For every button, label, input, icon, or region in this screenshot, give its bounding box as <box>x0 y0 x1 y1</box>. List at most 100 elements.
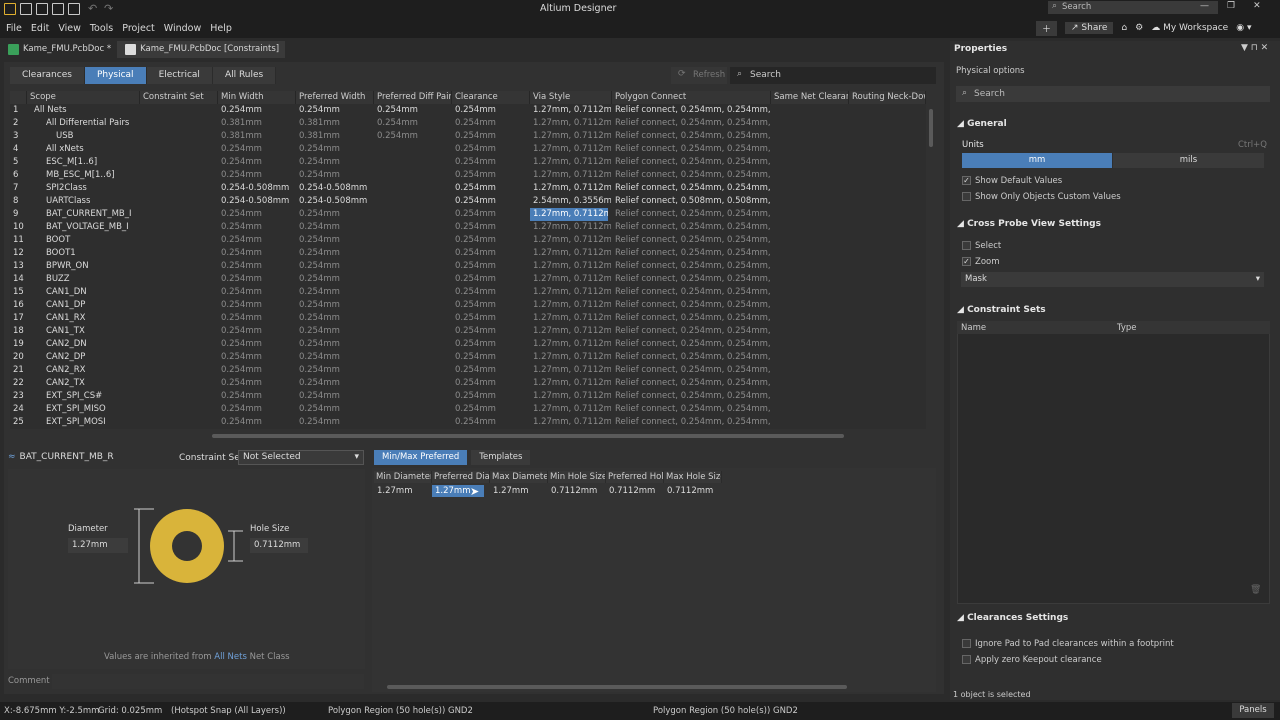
cell-pref[interactable]: 0.381mm <box>299 117 374 130</box>
cell-poly[interactable]: Relief connect, 0.254mm, 0.254mm, 4, 90 <box>615 325 771 338</box>
cell-diff[interactable] <box>377 364 452 377</box>
table-row[interactable]: 12 BOOT1 0.254mm 0.254mm 0.254mm 1.27mm, 0.71… <box>10 247 926 260</box>
cell-diff[interactable] <box>377 156 452 169</box>
cell-poly[interactable]: Relief connect, 0.254mm, 0.254mm, 4, 90 <box>615 182 771 195</box>
cell-scope[interactable]: ESC_M[1..6] <box>46 156 152 169</box>
cell-diff[interactable] <box>377 195 452 208</box>
menu-window[interactable]: Window <box>164 23 201 34</box>
cell-via[interactable]: 1.27mm, 0.7112mm <box>533 169 611 182</box>
cell-pref[interactable]: 0.254mm <box>299 377 374 390</box>
cell-min[interactable]: 0.254mm <box>221 312 296 325</box>
cell-diff[interactable] <box>377 286 452 299</box>
table-row[interactable]: 18 CAN1_TX 0.254mm 0.254mm 0.254mm 1.27mm, 0.… <box>10 325 926 338</box>
cell-min[interactable]: 0.254mm <box>221 156 296 169</box>
app-logo-icon[interactable] <box>4 3 16 15</box>
cell-min[interactable]: 0.381mm <box>221 117 296 130</box>
cell-via[interactable]: 1.27mm, 0.7112mm <box>533 234 611 247</box>
cell-clr[interactable]: 0.254mm <box>455 286 530 299</box>
cell-min[interactable]: 0.254mm <box>221 299 296 312</box>
cell-clr[interactable]: 0.254mm <box>455 403 530 416</box>
cell-poly[interactable]: Relief connect, 0.254mm, 0.254mm, 4, 90 <box>615 403 771 416</box>
cell-clr[interactable]: 0.254mm <box>455 130 530 143</box>
cell-poly[interactable]: Relief connect, 0.254mm, 0.254mm, 4, 90 <box>615 286 771 299</box>
cell-diff[interactable] <box>377 351 452 364</box>
trash-icon[interactable]: 🗑 <box>1250 585 1261 595</box>
column-header-preferred-width[interactable]: Preferred Width <box>296 91 374 104</box>
table-row[interactable]: 5 ESC_M[1..6] 0.254mm 0.254mm 0.254mm 1.27mm,… <box>10 156 926 169</box>
cell-n[interactable]: 7 <box>13 182 27 195</box>
cell-pref[interactable]: 0.254mm <box>299 234 374 247</box>
table-row[interactable]: 10 BAT_VOLTAGE_MB_I 0.254mm 0.254mm 0.254mm 1… <box>10 221 926 234</box>
cell-n[interactable]: 17 <box>13 312 27 325</box>
cell-min[interactable]: 0.254mm <box>221 247 296 260</box>
cell-pref[interactable]: 0.254mm <box>299 221 374 234</box>
via-col-min-diameter[interactable]: Min Diameter <box>374 471 432 483</box>
column-header-polygon-connect[interactable]: Polygon Connect <box>612 91 771 104</box>
cell-clr[interactable]: 0.254mm <box>455 338 530 351</box>
table-row[interactable]: 24 EXT_SPI_MISO 0.254mm 0.254mm 0.254mm 1.27m… <box>10 403 926 416</box>
cell-min[interactable]: 0.254mm <box>221 338 296 351</box>
home-icon[interactable]: ⌂ <box>1121 23 1127 33</box>
cell-scope[interactable]: EXT_SPI_MOSI <box>46 416 152 429</box>
tab-templates[interactable]: Templates <box>471 450 531 465</box>
cell-scope[interactable]: All Nets <box>34 104 140 117</box>
cell-scope[interactable]: USB <box>56 130 162 143</box>
column-header-clearance[interactable]: Clearance <box>452 91 530 104</box>
cell-clr[interactable]: 0.254mm <box>455 273 530 286</box>
cell-via[interactable]: 1.27mm, 0.7112mm <box>530 208 608 221</box>
cell-min[interactable]: 0.254mm <box>221 208 296 221</box>
cell-via[interactable]: 1.27mm, 0.7112mm <box>533 325 611 338</box>
cell-pref[interactable]: 0.254mm <box>299 351 374 364</box>
section-cross-probe[interactable]: ◢ Cross Probe View Settings <box>957 219 1101 229</box>
diameter-field[interactable]: 1.27mm <box>68 538 128 553</box>
global-search-input[interactable]: Search <box>1048 1 1218 14</box>
cell-clr[interactable]: 0.254mm <box>455 260 530 273</box>
cell-scope[interactable]: EXT_SPI_MISO <box>46 403 152 416</box>
cell-diff[interactable] <box>377 325 452 338</box>
cell-scope[interactable]: CAN1_TX <box>46 325 152 338</box>
cell-via[interactable]: 1.27mm, 0.7112mm <box>533 156 611 169</box>
cell-clr[interactable]: 0.254mm <box>455 117 530 130</box>
table-row[interactable]: 16 CAN1_DP 0.254mm 0.254mm 0.254mm 1.27mm, 0.… <box>10 299 926 312</box>
cell-scope[interactable]: SPI2Class <box>46 182 152 195</box>
cell-poly[interactable]: Relief connect, 0.254mm, 0.254mm, 4, 90 <box>615 351 771 364</box>
menu-edit[interactable]: Edit <box>31 23 49 34</box>
cell-via[interactable]: 1.27mm, 0.7112mm <box>533 364 611 377</box>
tab-constraints[interactable]: Kame_FMU.PcbDoc [Constraints] <box>117 41 286 58</box>
cell-diff[interactable]: 0.254mm <box>377 104 452 117</box>
cell-pref[interactable]: 0.254mm <box>299 208 374 221</box>
table-row[interactable]: 3 USB 0.381mm 0.381mm 0.254mm 0.254mm 1.27mm, … <box>10 130 926 143</box>
menu-file[interactable]: File <box>6 23 22 34</box>
cell-clr[interactable]: 0.254mm <box>455 351 530 364</box>
cell-diff[interactable] <box>377 260 452 273</box>
cell-clr[interactable]: 0.254mm <box>455 221 530 234</box>
close-icon[interactable]: ✕ <box>1253 1 1261 11</box>
table-row[interactable]: 2 All Differential Pairs 0.381mm 0.381mm 0.2… <box>10 117 926 130</box>
cell-diff[interactable] <box>377 299 452 312</box>
cell-clr[interactable]: 0.254mm <box>455 299 530 312</box>
cell-diff[interactable] <box>377 312 452 325</box>
cell-poly[interactable]: Relief connect, 0.254mm, 0.254mm, 4, 90 <box>615 234 771 247</box>
show-default-checkbox[interactable]: ✓ <box>962 176 971 185</box>
maximize-icon[interactable]: ❐ <box>1227 1 1235 11</box>
column-header-neck-down[interactable]: Routing Neck-Dow <box>849 91 926 104</box>
cell-via[interactable]: 1.27mm, 0.7112mm <box>533 182 611 195</box>
cell-via[interactable]: 1.27mm, 0.7112mm <box>533 338 611 351</box>
cell-pref[interactable]: 0.254mm <box>299 104 374 117</box>
constraint-set-select[interactable]: Not Selected ▾ <box>238 450 364 465</box>
cell-diff[interactable] <box>377 221 452 234</box>
cell-n[interactable]: 8 <box>13 195 27 208</box>
cell-diff[interactable] <box>377 247 452 260</box>
cell-via[interactable]: 1.27mm, 0.7112mm <box>533 221 611 234</box>
table-row[interactable]: 8 UARTClass 0.254-0.508mm 0.254-0.508mm 0.25… <box>10 195 926 208</box>
cell-n[interactable]: 9 <box>13 208 27 221</box>
table-row[interactable]: 21 CAN2_RX 0.254mm 0.254mm 0.254mm 1.27mm, 0.… <box>10 364 926 377</box>
cell-scope[interactable]: CAN1_DP <box>46 299 152 312</box>
cell-via[interactable]: 1.27mm, 0.7112mm <box>533 143 611 156</box>
table-row[interactable]: 13 BPWR_ON 0.254mm 0.254mm 0.254mm 1.27mm, 0.… <box>10 260 926 273</box>
cell-diff[interactable] <box>377 273 452 286</box>
cell-poly[interactable]: Relief connect, 0.254mm, 0.254mm, 4, 90 <box>615 169 771 182</box>
cell-via[interactable]: 1.27mm, 0.7112mm <box>533 286 611 299</box>
cell-via[interactable]: 1.27mm, 0.7112mm <box>533 312 611 325</box>
cell-via[interactable]: 1.27mm, 0.7112mm <box>533 273 611 286</box>
